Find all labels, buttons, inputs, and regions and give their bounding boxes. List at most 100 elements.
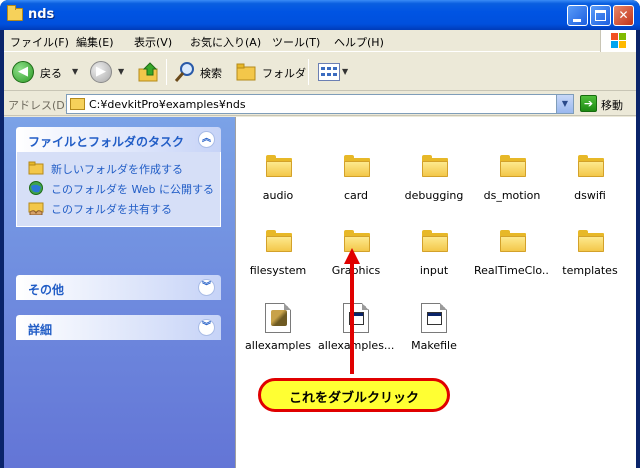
standard-toolbar: ◀ 戻る ▼ ▶ ▼ 検索 フォルダ ▼ [4, 53, 636, 91]
menu-file[interactable]: ファイル(F) [10, 34, 69, 50]
file-label: input [419, 264, 449, 277]
search-icon[interactable] [174, 61, 196, 83]
menu-view[interactable]: 表示(V) [134, 34, 172, 50]
panel-header[interactable]: ファイルとフォルダのタスク ︽ [16, 127, 221, 152]
toolbar-separator [166, 59, 167, 85]
close-icon: ✕ [618, 8, 629, 22]
file-label: card [343, 189, 369, 202]
go-label[interactable]: 移動 [601, 97, 623, 113]
details-panel: 詳細 ︾ [16, 315, 221, 340]
folder-item[interactable]: templates [552, 230, 628, 292]
file-label: templates [562, 264, 618, 277]
other-places-panel: その他 ︾ [16, 275, 221, 300]
folder-icon [7, 5, 23, 21]
panel-header[interactable]: その他 ︾ [16, 275, 221, 300]
folders-icon[interactable] [236, 63, 258, 81]
annotation-arrow [350, 262, 354, 374]
panel-title[interactable]: その他 [28, 281, 64, 298]
go-button[interactable]: ➔ [580, 95, 597, 112]
folder-item[interactable]: ds_motion [474, 155, 550, 217]
folder-item[interactable]: input [396, 230, 472, 292]
folder-icon [500, 155, 526, 177]
folder-icon [422, 230, 448, 252]
task-web-publish[interactable]: このフォルダを Web に公開する [17, 178, 220, 198]
panel-body: 新しいフォルダを作成する このフォルダを Web に公開する このフォルダを共有… [16, 152, 221, 227]
folder-icon [70, 98, 85, 110]
folder-item[interactable]: audio [240, 155, 316, 217]
panel-title[interactable]: 詳細 [28, 321, 52, 338]
menu-tools[interactable]: ツール(T) [272, 34, 320, 50]
file-label: debugging [404, 189, 464, 202]
forward-dropdown-icon[interactable]: ▼ [118, 67, 124, 76]
address-label: アドレス(D) [8, 99, 70, 112]
file-item[interactable]: allexamples... [318, 303, 394, 367]
file-label: Makefile [411, 339, 457, 352]
expand-icon[interactable]: ︾ [198, 279, 215, 296]
file-label: allexamples... [318, 339, 394, 352]
back-label[interactable]: 戻る [40, 65, 62, 81]
maximize-icon [595, 10, 606, 21]
collapse-icon[interactable]: ︽ [198, 131, 215, 148]
address-bar: アドレス(D) C:¥devkitPro¥examples¥nds ▼ ➔ 移動 [4, 92, 636, 116]
close-button[interactable]: ✕ [613, 5, 634, 26]
folder-icon [266, 230, 292, 252]
file-item[interactable]: Makefile [396, 303, 472, 367]
file-folder-tasks-panel: ファイルとフォルダのタスク ︽ 新しいフォルダを作成する このフォルダを Web… [16, 127, 221, 227]
menu-help[interactable]: ヘルプ(H) [334, 34, 384, 50]
file-label: filesystem [249, 264, 307, 277]
up-folder-icon[interactable] [138, 61, 160, 83]
file-label: RealTimeClo... [474, 264, 550, 277]
search-label[interactable]: 検索 [200, 65, 222, 81]
folder-icon [344, 155, 370, 177]
annotation-text: これをダブルクリック [288, 391, 419, 406]
views-dropdown-icon[interactable]: ▼ [342, 67, 348, 76]
file-label: allexamples [245, 339, 311, 352]
task-label[interactable]: このフォルダを Web に公開する [51, 181, 214, 197]
maximize-button[interactable] [590, 5, 611, 26]
expand-icon[interactable]: ︾ [198, 319, 215, 336]
task-label[interactable]: このフォルダを共有する [51, 201, 172, 217]
app-file-icon [421, 303, 447, 333]
back-arrow-icon: ◀ [18, 64, 28, 79]
file-label: audio [262, 189, 294, 202]
forward-arrow-icon: ▶ [96, 64, 106, 79]
file-list-view: audio card debugging ds_motion dswifi fi… [235, 117, 636, 468]
task-label[interactable]: 新しいフォルダを作成する [51, 161, 183, 177]
folders-label[interactable]: フォルダ [262, 65, 306, 81]
address-input[interactable]: C:¥devkitPro¥examples¥nds ▼ [66, 94, 574, 114]
menu-favorites[interactable]: お気に入り(A) [190, 34, 261, 50]
toolbar-separator [308, 59, 309, 85]
window-title: nds [28, 7, 55, 22]
panel-title[interactable]: ファイルとフォルダのタスク [28, 133, 184, 150]
folder-item[interactable]: card [318, 155, 394, 217]
minimize-icon [573, 19, 581, 22]
folder-item[interactable]: debugging [396, 155, 472, 217]
back-button[interactable]: ◀ [12, 61, 34, 83]
windows-logo [600, 30, 636, 52]
share-folder-icon [28, 202, 44, 215]
folder-item[interactable]: RealTimeClo... [474, 230, 550, 292]
folder-item[interactable]: dswifi [552, 155, 628, 217]
back-dropdown-icon[interactable]: ▼ [72, 67, 78, 76]
folder-item[interactable]: filesystem [240, 230, 316, 292]
folder-icon [578, 230, 604, 252]
menu-edit[interactable]: 編集(E) [76, 34, 114, 50]
web-publish-icon [29, 181, 43, 195]
folder-icon [422, 155, 448, 177]
minimize-button[interactable] [567, 5, 588, 26]
task-share-folder[interactable]: このフォルダを共有する [17, 198, 220, 218]
address-dropdown-icon[interactable]: ▼ [556, 95, 573, 113]
file-label: ds_motion [483, 189, 541, 202]
task-new-folder[interactable]: 新しいフォルダを作成する [17, 158, 220, 178]
panel-header[interactable]: 詳細 ︾ [16, 315, 221, 340]
file-item[interactable]: allexamples [240, 303, 316, 367]
task-pane: ファイルとフォルダのタスク ︽ 新しいフォルダを作成する このフォルダを Web… [4, 117, 235, 468]
address-path[interactable]: C:¥devkitPro¥examples¥nds [89, 98, 246, 111]
menu-bar: ファイル(F) 編集(E) 表示(V) お気に入り(A) ツール(T) ヘルプ(… [4, 30, 636, 52]
folder-icon [578, 155, 604, 177]
folder-icon [266, 155, 292, 177]
workspace-file-icon [265, 303, 291, 333]
title-bar[interactable]: nds ✕ [0, 0, 640, 30]
views-icon[interactable] [318, 63, 340, 81]
forward-button[interactable]: ▶ [90, 61, 112, 83]
